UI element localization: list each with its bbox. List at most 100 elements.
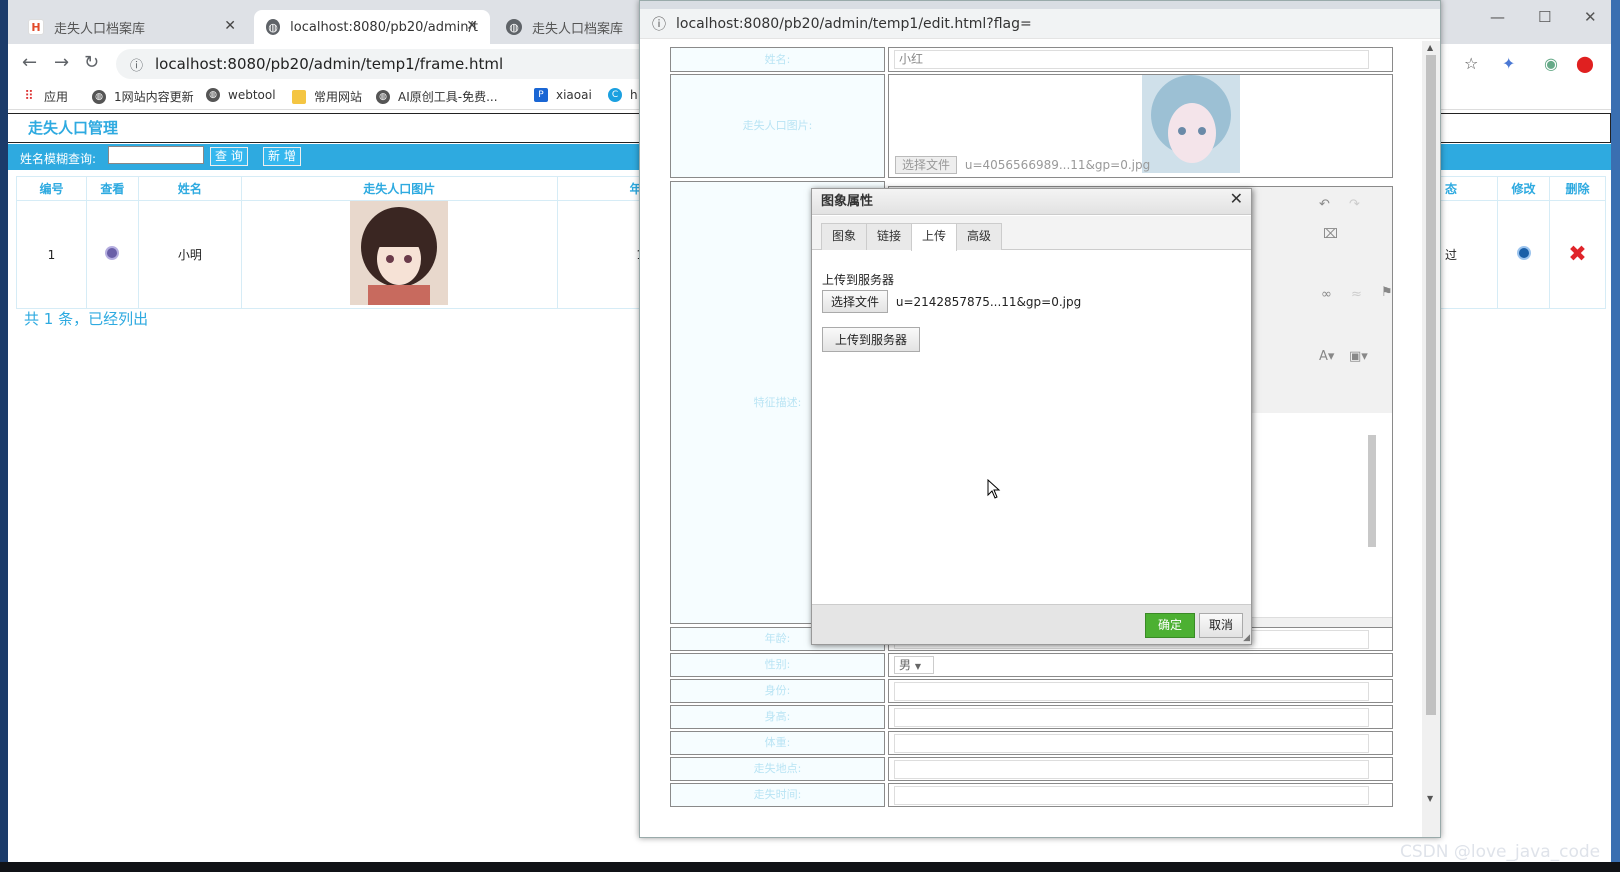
selected-file-name: u=2142857875...11&gp=0.jpg: [895, 295, 1082, 309]
bookmark-label: 1网站内容更新: [114, 90, 194, 104]
close-tab-icon[interactable]: ✕: [224, 18, 236, 34]
tab-admin[interactable]: ◍ localhost:8080/pb20/admin/t ✕: [254, 10, 490, 44]
upload-to-server-button[interactable]: 上传到服务器: [822, 327, 921, 352]
column-header: 走失人口图片: [240, 176, 558, 201]
identity-input[interactable]: [894, 682, 1369, 701]
tab-archive-1[interactable]: H 走失人口档案库 ✕: [16, 10, 248, 44]
address-text: localhost:8080/pb20/admin/temp1/frame.ht…: [155, 55, 504, 73]
weight-cell: [888, 731, 1393, 755]
bookmark-label: 应用: [44, 90, 69, 104]
name-label: 姓名:: [670, 47, 885, 72]
record-summary: 共 1 条，已经列出: [24, 310, 149, 328]
height-label: 身高:: [670, 705, 885, 729]
scroll-up-icon[interactable]: ▲: [1427, 43, 1433, 52]
bookmark-label: webtool: [228, 88, 276, 102]
watermark: CSDN @love_java_code: [1400, 842, 1601, 862]
bookmark-common-sites[interactable]: 常用网站: [292, 88, 362, 105]
dialog-title-text: 图象属性: [821, 194, 874, 209]
lost-place-input[interactable]: [894, 760, 1369, 779]
gender-select[interactable]: 男 ▼: [894, 656, 934, 674]
tab-image[interactable]: 图象: [821, 223, 868, 250]
search-input[interactable]: [108, 146, 204, 164]
redo-icon[interactable]: ↷: [1349, 197, 1360, 212]
edit-icon[interactable]: [1516, 246, 1531, 260]
unlink-icon[interactable]: ≈: [1351, 287, 1362, 302]
tab-link[interactable]: 链接: [866, 223, 913, 250]
bookmark-webtool[interactable]: ◍ webtool: [206, 88, 276, 102]
photo-cell: 选择文件 u=4056566989...11&gp=0.jpg: [888, 74, 1393, 178]
undo-icon[interactable]: ↶: [1319, 197, 1330, 212]
photo-upload-row: 选择文件 u=4056566989...11&gp=0.jpg: [895, 156, 1151, 174]
gender-selected-value: 男: [899, 658, 912, 672]
bookmark-ai-tools[interactable]: ◍ AI原创工具-免费...: [376, 88, 498, 105]
update-icon[interactable]: ⬤: [1576, 54, 1594, 73]
popup-address-bar: ⓘ localhost:8080/pb20/admin/temp1/edit.h…: [640, 9, 1440, 39]
back-icon[interactable]: ←: [22, 52, 37, 73]
view-icon[interactable]: [105, 246, 120, 260]
name-input[interactable]: 小红: [894, 50, 1369, 69]
forward-icon[interactable]: →: [54, 52, 69, 73]
taskbar: [0, 862, 1620, 872]
column-header: 删除: [1548, 176, 1607, 201]
delete-cell: ✖: [1548, 200, 1607, 309]
column-header: 查看: [85, 176, 139, 201]
choose-file-button[interactable]: 选择文件: [822, 290, 889, 313]
background-color-icon[interactable]: ▣▾: [1349, 349, 1368, 364]
reload-icon[interactable]: ↻: [84, 52, 99, 73]
search-button[interactable]: 查 询: [210, 147, 248, 166]
lost-place-cell: [888, 757, 1393, 781]
gender-label: 性别:: [670, 653, 885, 677]
photo-label: 走失人口图片:: [670, 74, 885, 178]
edit-cell: [1497, 200, 1550, 309]
image-properties-dialog: 图象属性 ✕ 图象 链接 上传 高级 上传到服务器 选择文件 u=2142857…: [811, 188, 1252, 645]
add-button[interactable]: 新 增: [263, 147, 301, 166]
editor-scrollbar[interactable]: [1365, 415, 1379, 615]
weight-input[interactable]: [894, 734, 1369, 753]
cancel-button[interactable]: 取消: [1199, 613, 1243, 638]
globe-icon: ◍: [206, 88, 220, 102]
ok-button[interactable]: 确定: [1145, 613, 1195, 638]
globe-icon: ◍: [376, 89, 390, 104]
lost-time-input[interactable]: [894, 786, 1369, 805]
profile-avatar-icon[interactable]: ◉: [1544, 54, 1558, 73]
scrollbar-thumb[interactable]: [1426, 55, 1436, 715]
close-icon[interactable]: ✕: [1230, 189, 1243, 208]
bookmark-apps[interactable]: ⠿ 应用: [22, 88, 68, 105]
h-logo-icon: H: [28, 19, 44, 35]
popup-scrollbar[interactable]: ▲ ▼: [1422, 41, 1440, 837]
column-header: 编号: [16, 176, 87, 201]
star-icon[interactable]: ☆: [1464, 54, 1478, 73]
tab-advanced[interactable]: 高级: [956, 223, 1003, 250]
bookmark-site-update[interactable]: ◍ 1网站内容更新: [92, 88, 194, 105]
tab-title: localhost:8080/pb20/admin/t: [290, 19, 478, 35]
choose-file-button[interactable]: 选择文件: [895, 156, 958, 174]
minimize-icon[interactable]: —: [1490, 8, 1505, 26]
height-input[interactable]: [894, 708, 1369, 727]
info-icon: ⓘ: [652, 16, 666, 33]
bookmark-h[interactable]: C h: [608, 88, 638, 102]
maximize-icon[interactable]: ☐: [1538, 8, 1551, 26]
tab-upload[interactable]: 上传: [911, 223, 958, 251]
close-window-icon[interactable]: ✕: [1584, 8, 1597, 26]
p-logo-icon: P: [534, 88, 548, 102]
flag-icon[interactable]: ⚑: [1381, 285, 1393, 300]
bookmark-xiaoai[interactable]: P xiaoai: [534, 88, 592, 102]
font-color-icon[interactable]: A▾: [1319, 349, 1334, 364]
upload-panel: 上传到服务器 选择文件 u=2142857875...11&gp=0.jpg 上…: [822, 271, 1081, 352]
tab-archive-2[interactable]: ◍ 走失人口档案库: [494, 10, 644, 44]
popup-frame-top: [640, 1, 1440, 9]
clear-format-icon[interactable]: ⌧: [1323, 227, 1338, 242]
photo-file-name: u=4056566989...11&gp=0.jpg: [964, 158, 1151, 172]
view-cell: [85, 200, 139, 309]
lost-time-label: 走失时间:: [670, 783, 885, 807]
extension-icon[interactable]: ✦: [1502, 54, 1515, 73]
bookmark-label: h: [630, 88, 638, 102]
delete-icon[interactable]: ✖: [1568, 242, 1586, 267]
link-icon[interactable]: ∞: [1321, 287, 1332, 302]
scroll-down-icon[interactable]: ▼: [1427, 794, 1433, 803]
close-tab-icon[interactable]: ✕: [466, 18, 478, 34]
resize-handle-icon[interactable]: ◢: [1243, 633, 1250, 643]
globe-icon: ◍: [266, 19, 281, 35]
identity-cell: [888, 679, 1393, 703]
lost-place-label: 走失地点:: [670, 757, 885, 781]
